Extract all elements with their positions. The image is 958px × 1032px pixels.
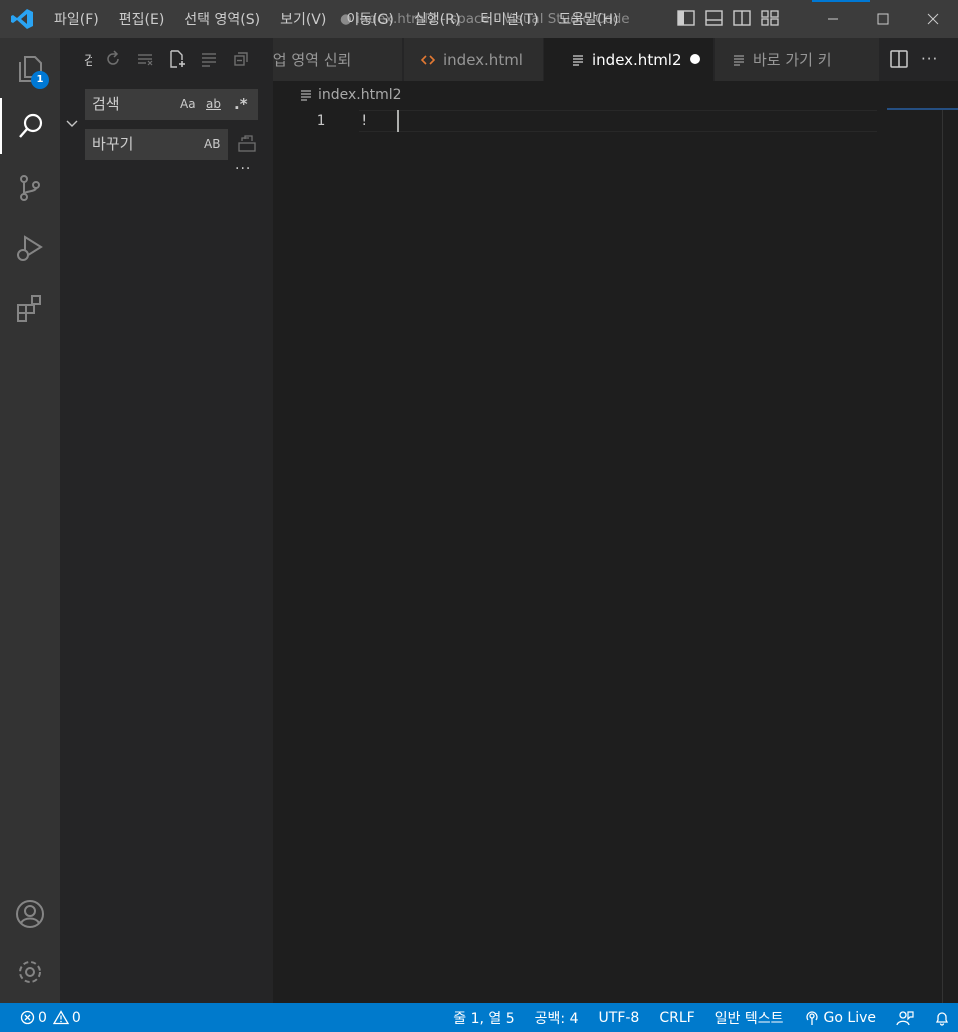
source-control-button[interactable] (0, 160, 60, 216)
unsaved-dot-icon[interactable] (690, 54, 700, 64)
search-icon (16, 111, 46, 141)
source-control-icon (15, 173, 45, 203)
preserve-case-toggle[interactable]: AB (204, 129, 220, 160)
html-file-icon (421, 53, 435, 67)
error-count: 0 (38, 1009, 47, 1026)
new-search-editor-icon[interactable] (166, 48, 188, 70)
match-case-toggle[interactable]: Aa (180, 89, 196, 120)
notifications-bell-icon[interactable] (934, 1010, 950, 1026)
breadcrumb-file[interactable]: index.html2 (318, 87, 402, 103)
tab-label: 작업 영역 신뢰 (273, 51, 352, 69)
toggle-secondary-sidebar-icon[interactable] (732, 8, 752, 28)
run-debug-button[interactable] (0, 220, 60, 276)
indentation[interactable]: 공백: 4 (535, 1008, 579, 1028)
code-editor[interactable]: 1 ! (273, 108, 958, 1003)
tab-workspace-trust[interactable]: 작업 영역 신뢰 (273, 38, 403, 81)
accounts-button[interactable] (0, 886, 60, 942)
refresh-icon[interactable] (102, 48, 124, 70)
current-line-highlight (359, 110, 877, 132)
status-right: 줄 1, 열 5 공백: 4 UTF-8 CRLF 일반 텍스트 Go Live (433, 1003, 950, 1032)
run-debug-icon (15, 233, 45, 263)
title-bar: 파일(F) 편집(E) 선택 영역(S) 보기(V) 이동(G) 실행(R) 터… (0, 0, 958, 38)
window-title: ● index.html2 - space - Visual Studio Co… (340, 11, 630, 27)
broadcast-icon (804, 1010, 820, 1026)
tab-index-html[interactable]: index.html (404, 38, 544, 81)
error-icon (20, 1010, 35, 1025)
text-file-icon (733, 54, 745, 66)
go-live-label: Go Live (823, 1009, 876, 1026)
extensions-icon (15, 293, 45, 323)
warning-icon (52, 1010, 69, 1025)
window-controls (808, 0, 958, 38)
layout-controls (676, 8, 780, 28)
customize-layout-icon[interactable] (760, 8, 780, 28)
collapse-all-icon[interactable] (230, 48, 252, 70)
close-icon[interactable] (908, 0, 958, 38)
line-number: 1 (316, 113, 325, 129)
search-button[interactable] (0, 98, 60, 154)
gear-icon (15, 957, 45, 987)
replace-all-icon[interactable] (237, 134, 257, 154)
text-file-icon (572, 54, 584, 66)
menu-selection[interactable]: 선택 영역(S) (174, 9, 270, 29)
view-as-tree-icon[interactable] (198, 48, 220, 70)
tab-label: index.html2 (592, 50, 682, 69)
toggle-panel-icon[interactable] (704, 8, 724, 28)
encoding[interactable]: UTF-8 (599, 1010, 640, 1026)
problems-indicator[interactable]: 0 0 (20, 1003, 81, 1032)
manage-button[interactable] (0, 944, 60, 1000)
search-sidebar: 검 검색 Aa ab .* 바꾸기 AB ··· (60, 38, 273, 1003)
more-actions-icon[interactable]: ··· (921, 50, 943, 68)
go-live-button[interactable]: Go Live (804, 1010, 876, 1026)
search-placeholder: 검색 (92, 95, 120, 113)
vscode-logo-icon (10, 8, 34, 30)
status-bar: 0 0 줄 1, 열 5 공백: 4 UTF-8 CRLF 일반 텍스트 Go … (0, 1003, 958, 1032)
search-input[interactable]: 검색 Aa ab .* (85, 89, 258, 120)
match-whole-word-toggle[interactable]: ab (206, 89, 221, 120)
tab-keyboard-shortcuts[interactable]: 바로 가기 키 (715, 38, 880, 81)
code-line[interactable]: ! (360, 110, 368, 132)
toggle-primary-sidebar-icon[interactable] (676, 8, 696, 28)
split-editor-icon[interactable] (888, 48, 910, 70)
text-cursor (397, 110, 399, 132)
sidebar-title: 검 (84, 53, 92, 69)
warning-count: 0 (71, 1009, 81, 1026)
feedback-icon[interactable] (896, 1010, 914, 1026)
explorer-badge: 1 (31, 71, 49, 89)
explorer-button[interactable]: 1 (0, 40, 60, 96)
cursor-position[interactable]: 줄 1, 열 5 (453, 1008, 514, 1028)
use-regex-toggle[interactable]: .* (234, 89, 248, 120)
end-of-line[interactable]: CRLF (659, 1010, 694, 1026)
menu-file[interactable]: 파일(F) (44, 9, 109, 29)
toggle-search-details[interactable]: ··· (235, 162, 255, 176)
tab-label: 바로 가기 키 (753, 51, 832, 69)
tab-label: index.html (443, 50, 523, 69)
activity-bar: 1 (0, 38, 60, 1003)
menu-view[interactable]: 보기(V) (270, 9, 336, 29)
replace-input[interactable]: 바꾸기 AB (85, 129, 228, 160)
search-toolbar: 검 (84, 48, 252, 70)
menu-edit[interactable]: 편집(E) (109, 9, 175, 29)
account-icon (15, 899, 45, 929)
toggle-replace-chevron-icon[interactable] (64, 116, 80, 132)
language-mode[interactable]: 일반 텍스트 (715, 1008, 784, 1028)
replace-placeholder: 바꾸기 (92, 135, 134, 153)
maximize-icon[interactable] (858, 0, 908, 38)
text-file-icon (300, 89, 312, 101)
minimize-icon[interactable] (808, 0, 858, 38)
editor-tabs: 작업 영역 신뢰 index.html index.html2 바로 가기 키 (273, 38, 958, 81)
tab-index-html2[interactable]: index.html2 (544, 38, 714, 81)
vertical-scrollbar[interactable] (942, 110, 956, 1003)
clear-results-icon[interactable] (134, 48, 156, 70)
breadcrumb: index.html2 (300, 84, 402, 106)
extensions-button[interactable] (0, 280, 60, 336)
